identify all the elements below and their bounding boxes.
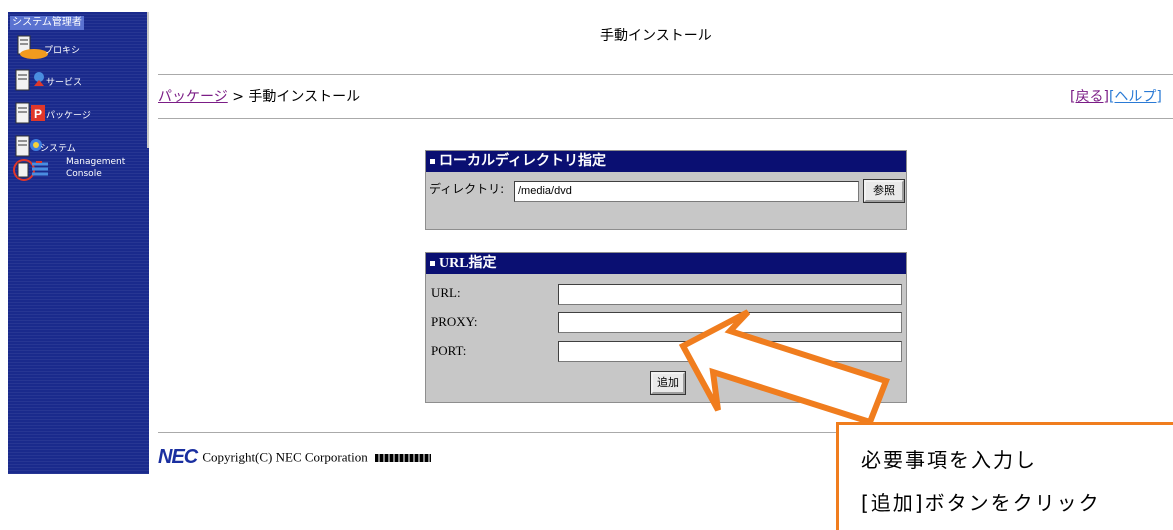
bullet-square-icon	[430, 261, 435, 267]
divider	[158, 118, 1173, 119]
panel-header: ローカルディレクトリ指定	[426, 151, 906, 172]
annotation-line-2: [追加]ボタンをクリック	[861, 491, 1101, 515]
port-label: PORT:	[431, 343, 467, 358]
sidebar-item-service[interactable]: サービス	[12, 68, 142, 94]
port-input[interactable]	[558, 341, 902, 362]
divider	[158, 74, 1173, 75]
breadcrumb-link-package[interactable]: パッケージ	[158, 89, 228, 105]
breadcrumb-separator: >	[232, 89, 244, 105]
directory-label: ディレクトリ:	[429, 182, 505, 196]
breadcrumb: パッケージ > 手動インストール	[158, 86, 360, 106]
panel-title: URL指定	[439, 256, 497, 271]
nec-logo: NEC	[158, 446, 198, 468]
local-directory-panel: ローカルディレクトリ指定 ディレクトリ: /media/dvd 参照	[425, 150, 907, 230]
url-panel: URL指定 URL: PROXY: PORT: 追加	[425, 252, 907, 403]
footer: NEC Copyright(C) NEC Corporation	[158, 446, 431, 469]
sidebar-divider	[147, 12, 149, 148]
annotation-callout: 必要事項を入力し [追加]ボタンをクリック	[836, 422, 1173, 530]
url-input[interactable]	[558, 284, 902, 305]
page-title: 手動インストール	[600, 28, 712, 44]
sidebar-item-package[interactable]: P パッケージ	[12, 101, 142, 127]
proxy-label: PROXY:	[431, 314, 478, 329]
sidebar-item-proxy[interactable]: プロキシ	[12, 34, 142, 60]
sidebar-item-label: プロキシ	[44, 46, 81, 56]
svg-text:P: P	[34, 107, 42, 121]
panel-title: ローカルディレクトリ指定	[439, 154, 607, 169]
breadcrumb-current: 手動インストール	[248, 89, 361, 105]
panel-header: URL指定	[426, 253, 906, 274]
annotation-line-1: 必要事項を入力し	[861, 448, 1037, 472]
sidebar-item-label: Management	[66, 157, 126, 167]
footer-pattern-icon	[374, 453, 431, 462]
management-console-icon	[13, 159, 48, 181]
sidebar-menu: システム管理者 プロキシ サービス P パッケージ システム Managemen…	[8, 12, 149, 474]
sidebar-item-label-2: Console	[66, 169, 102, 179]
sidebar-item-label: パッケージ	[46, 111, 91, 121]
sidebar-item-label: システム	[40, 144, 76, 154]
sidebar-item-label: サービス	[46, 78, 83, 88]
browse-button[interactable]: 参照	[863, 179, 905, 203]
add-button[interactable]: 追加	[650, 371, 686, 395]
bullet-square-icon	[430, 159, 435, 165]
directory-input[interactable]: /media/dvd	[514, 181, 859, 202]
top-links: [戻る][ヘルプ]	[1070, 86, 1162, 106]
sidebar-title: システム管理者	[10, 16, 84, 30]
help-link[interactable]: [ヘルプ]	[1109, 89, 1162, 105]
sidebar-item-management-console[interactable]: Management Console	[12, 156, 142, 190]
copyright-text: Copyright(C) NEC Corporation	[202, 449, 368, 465]
back-link[interactable]: [戻る]	[1070, 89, 1109, 105]
url-label: URL:	[431, 285, 461, 300]
proxy-input[interactable]	[558, 312, 902, 333]
